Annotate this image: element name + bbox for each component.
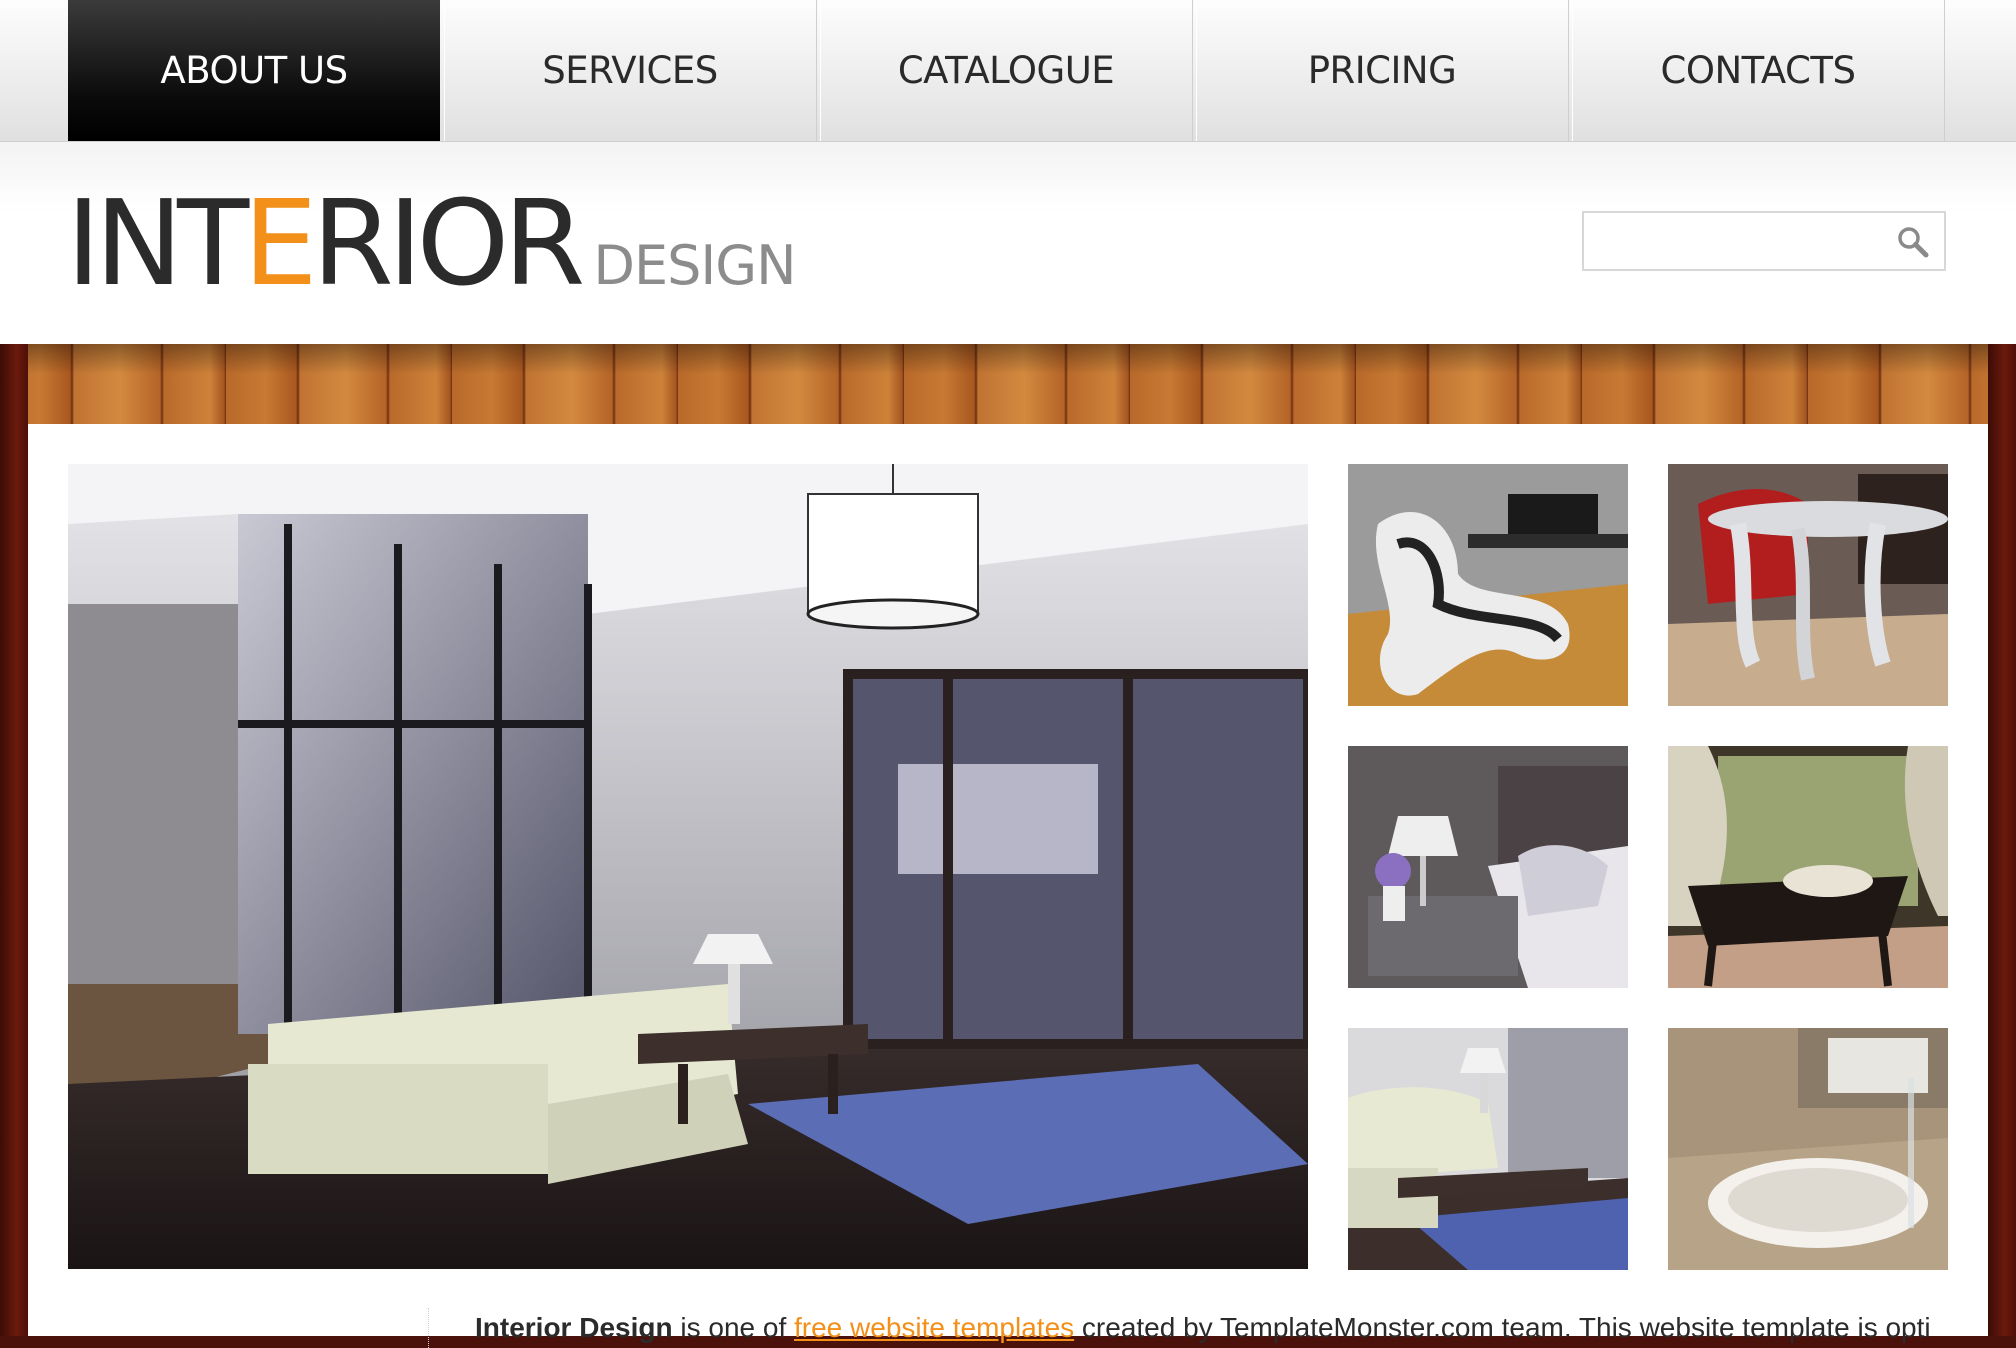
logo-subtitle: DESIGN xyxy=(593,234,796,297)
content-panel: Interior Design is one of free website t… xyxy=(28,424,1988,1348)
logo-text-accent: E xyxy=(243,174,318,312)
hero-living-room-image[interactable] xyxy=(68,464,1308,1269)
bedroom-photo xyxy=(1348,746,1628,988)
logo-text-start: INT xyxy=(66,174,249,312)
intro-paragraph: Interior Design is one of free website t… xyxy=(428,1308,1968,1348)
armchair-photo xyxy=(1348,464,1628,706)
nav-pricing[interactable]: PRICING xyxy=(1196,0,1569,141)
thumbnail-rocking-chair[interactable] xyxy=(1668,746,1948,988)
thumbnail-dining-table[interactable] xyxy=(1668,464,1948,706)
wood-edge-right xyxy=(1988,344,2016,1336)
search-icon[interactable] xyxy=(1896,225,1930,259)
rocking-chair-photo xyxy=(1668,746,1948,988)
sofa-photo xyxy=(1348,1028,1628,1270)
nav-catalogue[interactable]: CATALOGUE xyxy=(820,0,1193,141)
dining-table-photo xyxy=(1668,464,1948,706)
logo-wordmark: INTERIOR xyxy=(66,184,585,302)
site-header: INTERIOR DESIGN xyxy=(0,142,2016,344)
living-room-illustration xyxy=(68,464,1308,1269)
intro-site-name: Interior Design xyxy=(475,1312,673,1343)
intro-text-part1: is one of xyxy=(672,1312,794,1343)
nav-services[interactable]: SERVICES xyxy=(444,0,817,141)
nav-contacts[interactable]: CONTACTS xyxy=(1572,0,1945,141)
intro-text-part2: created by TemplateMonster.com team. Thi… xyxy=(1074,1312,1931,1343)
bathtub-photo xyxy=(1668,1028,1948,1270)
thumbnail-armchair[interactable] xyxy=(1348,464,1628,706)
nav-about-us[interactable]: ABOUT US xyxy=(68,0,440,141)
thumbnail-bedroom[interactable] xyxy=(1348,746,1628,988)
wood-edge-left xyxy=(0,344,28,1336)
site-logo[interactable]: INTERIOR DESIGN xyxy=(66,184,797,302)
main-nav: ABOUT US SERVICES CATALOGUE PRICING CONT… xyxy=(0,0,2016,142)
thumbnail-bathtub[interactable] xyxy=(1668,1028,1948,1270)
logo-text-end: RIOR xyxy=(311,174,586,312)
search-input[interactable] xyxy=(1590,219,1884,265)
free-templates-link[interactable]: free website templates xyxy=(794,1312,1074,1343)
search-box xyxy=(1582,211,1946,271)
thumbnail-sofa[interactable] xyxy=(1348,1028,1628,1270)
